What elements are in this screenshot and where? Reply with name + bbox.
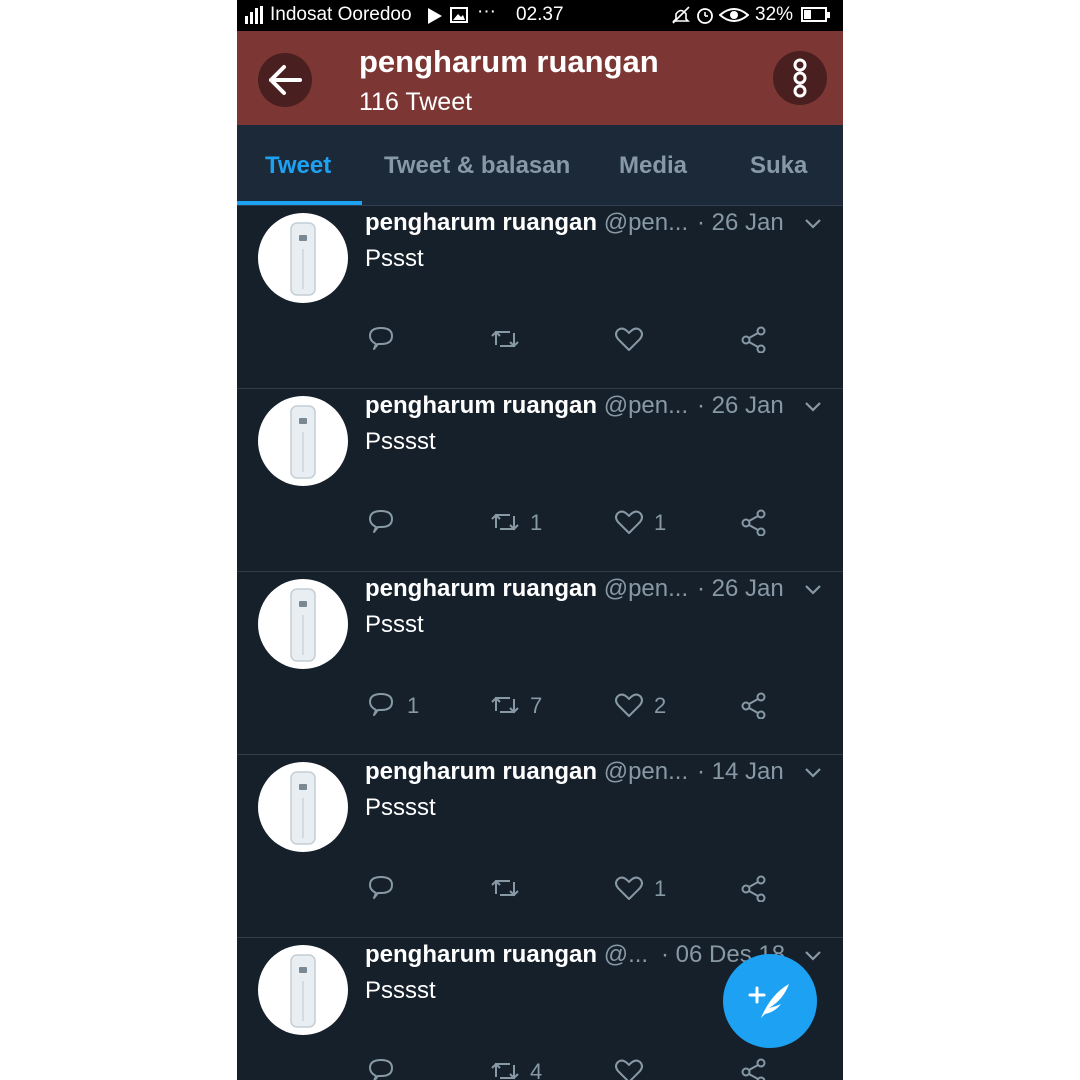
author-name[interactable]: pengharum ruangan (365, 575, 597, 602)
battery-icon (801, 7, 830, 22)
back-arrow-icon (269, 65, 302, 95)
tweet-text: Pssst (365, 245, 424, 272)
phone-screen: Indosat Ooredoo ··· 02.37 32% pengharum … (237, 0, 843, 1080)
retweet-icon (491, 696, 519, 714)
tweet-text: Psssst (365, 428, 436, 455)
chevron-down-icon[interactable] (803, 217, 823, 231)
reply-count: 1 (407, 693, 420, 718)
air-freshener-icon (290, 222, 316, 296)
retweet-icon (491, 1062, 519, 1080)
avatar[interactable] (258, 762, 348, 852)
status-bar: Indosat Ooredoo ··· 02.37 32% (237, 0, 843, 31)
tab-tweet[interactable]: Tweet (265, 152, 331, 180)
avatar[interactable] (258, 945, 348, 1035)
like-icon (615, 1059, 643, 1080)
air-freshener-icon (290, 771, 316, 845)
chevron-down-icon[interactable] (803, 766, 823, 780)
author-handle: @pen... (603, 209, 689, 236)
author-name[interactable]: pengharum ruangan (365, 209, 597, 236)
author-name[interactable]: pengharum ruangan (365, 758, 597, 785)
retweet-count: 1 (530, 510, 543, 535)
chevron-down-icon[interactable] (803, 583, 823, 597)
chevron-down-icon[interactable] (803, 400, 823, 414)
like-count: 1 (654, 876, 667, 901)
tweet-text: Psssst (365, 794, 436, 821)
tweet-timestamp: · 26 Jan (697, 209, 784, 236)
compose-tweet-button[interactable] (723, 954, 817, 1048)
tab-media[interactable]: Media (619, 152, 687, 180)
reply-icon (369, 1059, 393, 1080)
like-icon (615, 876, 643, 900)
tweet-header: pengharum ruangan @... (365, 941, 648, 969)
like-count: 2 (654, 693, 667, 718)
mute-icon (672, 6, 690, 24)
author-handle: @pen... (603, 575, 689, 602)
author-name[interactable]: pengharum ruangan (365, 392, 597, 419)
tweet-item[interactable]: pengharum ruangan @pen... · 26 Jan Psssst 1… (237, 388, 843, 572)
share-icon (741, 875, 766, 902)
tab-tweet-replies[interactable]: Tweet & balasan (384, 152, 570, 180)
share-icon (741, 326, 766, 353)
clock: 02.37 (516, 4, 564, 25)
retweet-count: 7 (530, 693, 543, 718)
tweet-header: pengharum ruangan @pen... (365, 209, 688, 237)
retweet-count: 4 (530, 1059, 543, 1080)
reply-icon (369, 510, 393, 533)
author-handle: @pen... (603, 392, 689, 419)
air-freshener-icon (290, 405, 316, 479)
back-button[interactable] (258, 53, 312, 107)
battery-percent: 32% (755, 4, 794, 25)
tweet-header: pengharum ruangan @pen... (365, 758, 688, 786)
more-notifications-icon: ··· (477, 1, 496, 22)
compose-feather-icon (748, 984, 789, 1018)
tweet-header: pengharum ruangan @pen... (365, 575, 688, 603)
signal-icon (245, 6, 263, 24)
avatar[interactable] (258, 396, 348, 486)
play-store-icon (428, 8, 442, 24)
retweet-icon (491, 330, 519, 348)
tweet-count: 116 Tweet (359, 88, 473, 116)
tweet-feed[interactable]: pengharum ruangan @pen... · 26 Jan Pssst pe… (237, 205, 843, 1080)
author-handle: @pen... (603, 758, 689, 785)
share-icon (741, 692, 766, 719)
profile-tabs: Tweet Tweet & balasan Media Suka (237, 125, 843, 206)
tweet-header: pengharum ruangan @pen... (365, 392, 688, 420)
tweet-timestamp: · 26 Jan (697, 575, 784, 602)
retweet-icon (491, 513, 519, 531)
like-icon (615, 327, 643, 351)
avatar[interactable] (258, 579, 348, 669)
more-options-button[interactable] (773, 51, 827, 105)
tweet-text: Pssst (365, 611, 424, 638)
like-icon (615, 510, 643, 534)
share-icon (741, 509, 766, 536)
author-name[interactable]: pengharum ruangan (365, 941, 597, 968)
reply-icon (369, 693, 393, 716)
tweet-item[interactable]: pengharum ruangan @pen... · 26 Jan Pssst 1 7… (237, 571, 843, 755)
tab-likes[interactable]: Suka (750, 152, 807, 180)
like-icon (615, 693, 643, 717)
author-handle: @... (603, 941, 649, 968)
tweet-item[interactable]: pengharum ruangan @pen... · 14 Jan Psssst 1 (237, 754, 843, 938)
air-freshener-icon (290, 954, 316, 1028)
profile-header: pengharum ruangan 116 Tweet (237, 31, 843, 125)
eye-icon (719, 8, 749, 22)
reply-icon (369, 327, 393, 350)
reply-icon (369, 876, 393, 899)
gallery-icon (450, 7, 468, 23)
share-icon (741, 1058, 766, 1080)
tweet-item[interactable]: pengharum ruangan @pen... · 26 Jan Pssst (237, 205, 843, 389)
vertical-dots-icon (793, 58, 807, 98)
carrier-name: Indosat Ooredoo (270, 4, 412, 25)
page-title: pengharum ruangan (359, 44, 659, 79)
tweet-timestamp: · 14 Jan (697, 758, 784, 785)
like-count: 1 (654, 510, 667, 535)
alarm-icon (697, 8, 713, 24)
air-freshener-icon (290, 588, 316, 662)
tweet-text: Psssst (365, 977, 436, 1004)
tweet-timestamp: · 26 Jan (697, 392, 784, 419)
retweet-icon (491, 879, 519, 897)
avatar[interactable] (258, 213, 348, 303)
